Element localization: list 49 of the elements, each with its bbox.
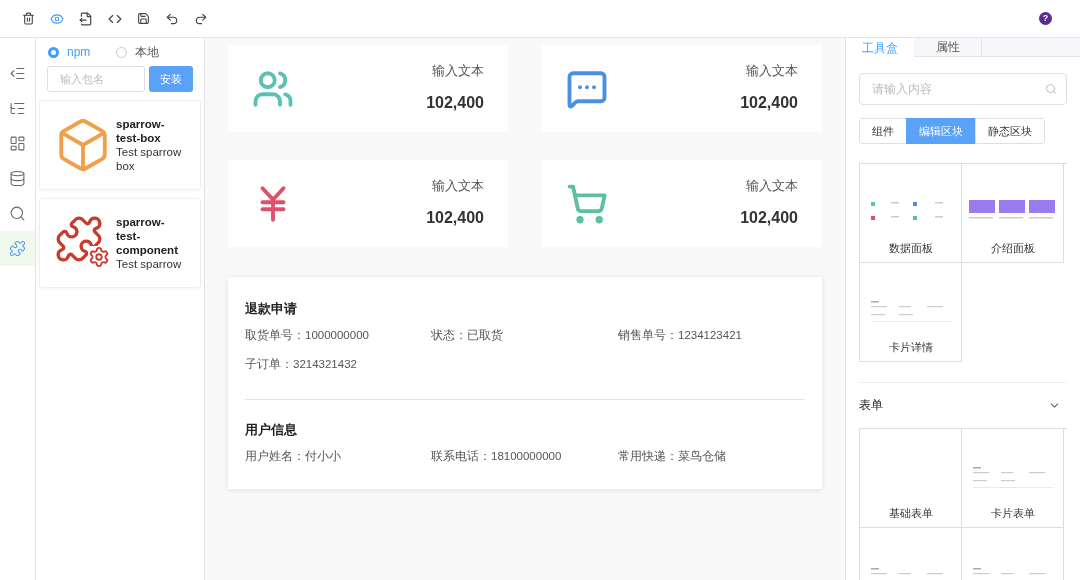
layout-icon (9, 135, 26, 152)
stat-value: 102,400 (740, 92, 798, 113)
package-description: Test sparrow box (116, 145, 182, 173)
detail-field: 子订单：3214321432 (245, 355, 431, 373)
package-card[interactable]: sparrow-test-component Test sparrow (39, 198, 201, 288)
search-icon (9, 205, 26, 222)
detail-field: 取货单号：1000000000 (245, 326, 431, 344)
block-tile[interactable]: 介绍面板 (962, 164, 1064, 263)
section-title: 退款申请 (245, 300, 298, 318)
outdent-icon (9, 65, 26, 82)
panel-tab[interactable]: 属性 (914, 38, 982, 56)
search-field[interactable]: 请输入内容 (859, 73, 1067, 105)
eye-icon[interactable] (50, 11, 64, 26)
block-tile[interactable]: 数据面板 (860, 164, 962, 263)
save-icon[interactable] (137, 12, 150, 25)
trash-icon[interactable] (22, 12, 35, 25)
package-description: Test sparrow (116, 257, 182, 271)
help-button[interactable]: ? (1039, 12, 1052, 25)
group-header[interactable]: 表单 (859, 397, 1067, 415)
package-name: sparrow-test-component (116, 215, 179, 257)
redo-icon[interactable] (194, 11, 208, 26)
source-radio[interactable]: 本地 (116, 43, 160, 61)
database-icon (9, 170, 26, 187)
detail-field: 状态：已取货 (431, 326, 618, 344)
stat-label: 输入文本 (432, 63, 484, 81)
detail-field: 销售单号：1234123421 (618, 326, 805, 344)
segment-button[interactable]: 静态区块 (975, 118, 1045, 144)
block-tile[interactable]: 卡片详情 (860, 263, 962, 362)
undo-icon[interactable] (165, 11, 179, 26)
block-tile[interactable]: 基础表单 (860, 429, 962, 529)
tree-list-icon (9, 100, 26, 117)
package-card[interactable]: sparrow-test-box Test sparrow box (39, 100, 201, 190)
search-icon (1045, 83, 1057, 95)
detail-field: 用户姓名：付小小 (245, 447, 431, 465)
stat-value: 102,400 (740, 207, 798, 228)
detail-field: 联系电话：18100000000 (431, 447, 618, 465)
package-name-input[interactable]: 输入包名 (47, 66, 145, 92)
stat-label: 输入文本 (746, 178, 798, 196)
block-tile[interactable]: 卡片表单 (962, 429, 1064, 529)
puzzle-icon (9, 240, 26, 257)
section-title: 用户信息 (245, 421, 298, 439)
stat-label: 输入文本 (746, 63, 798, 81)
stat-value: 102,400 (426, 92, 484, 113)
file-export-icon[interactable] (79, 11, 93, 26)
stat-value: 102,400 (426, 207, 484, 228)
detail-field: 常用快递：菜鸟仓储 (618, 447, 805, 465)
shopping-cart-icon (566, 182, 608, 225)
stat-label: 输入文本 (432, 178, 484, 196)
package-name: sparrow-test-box (116, 117, 166, 145)
